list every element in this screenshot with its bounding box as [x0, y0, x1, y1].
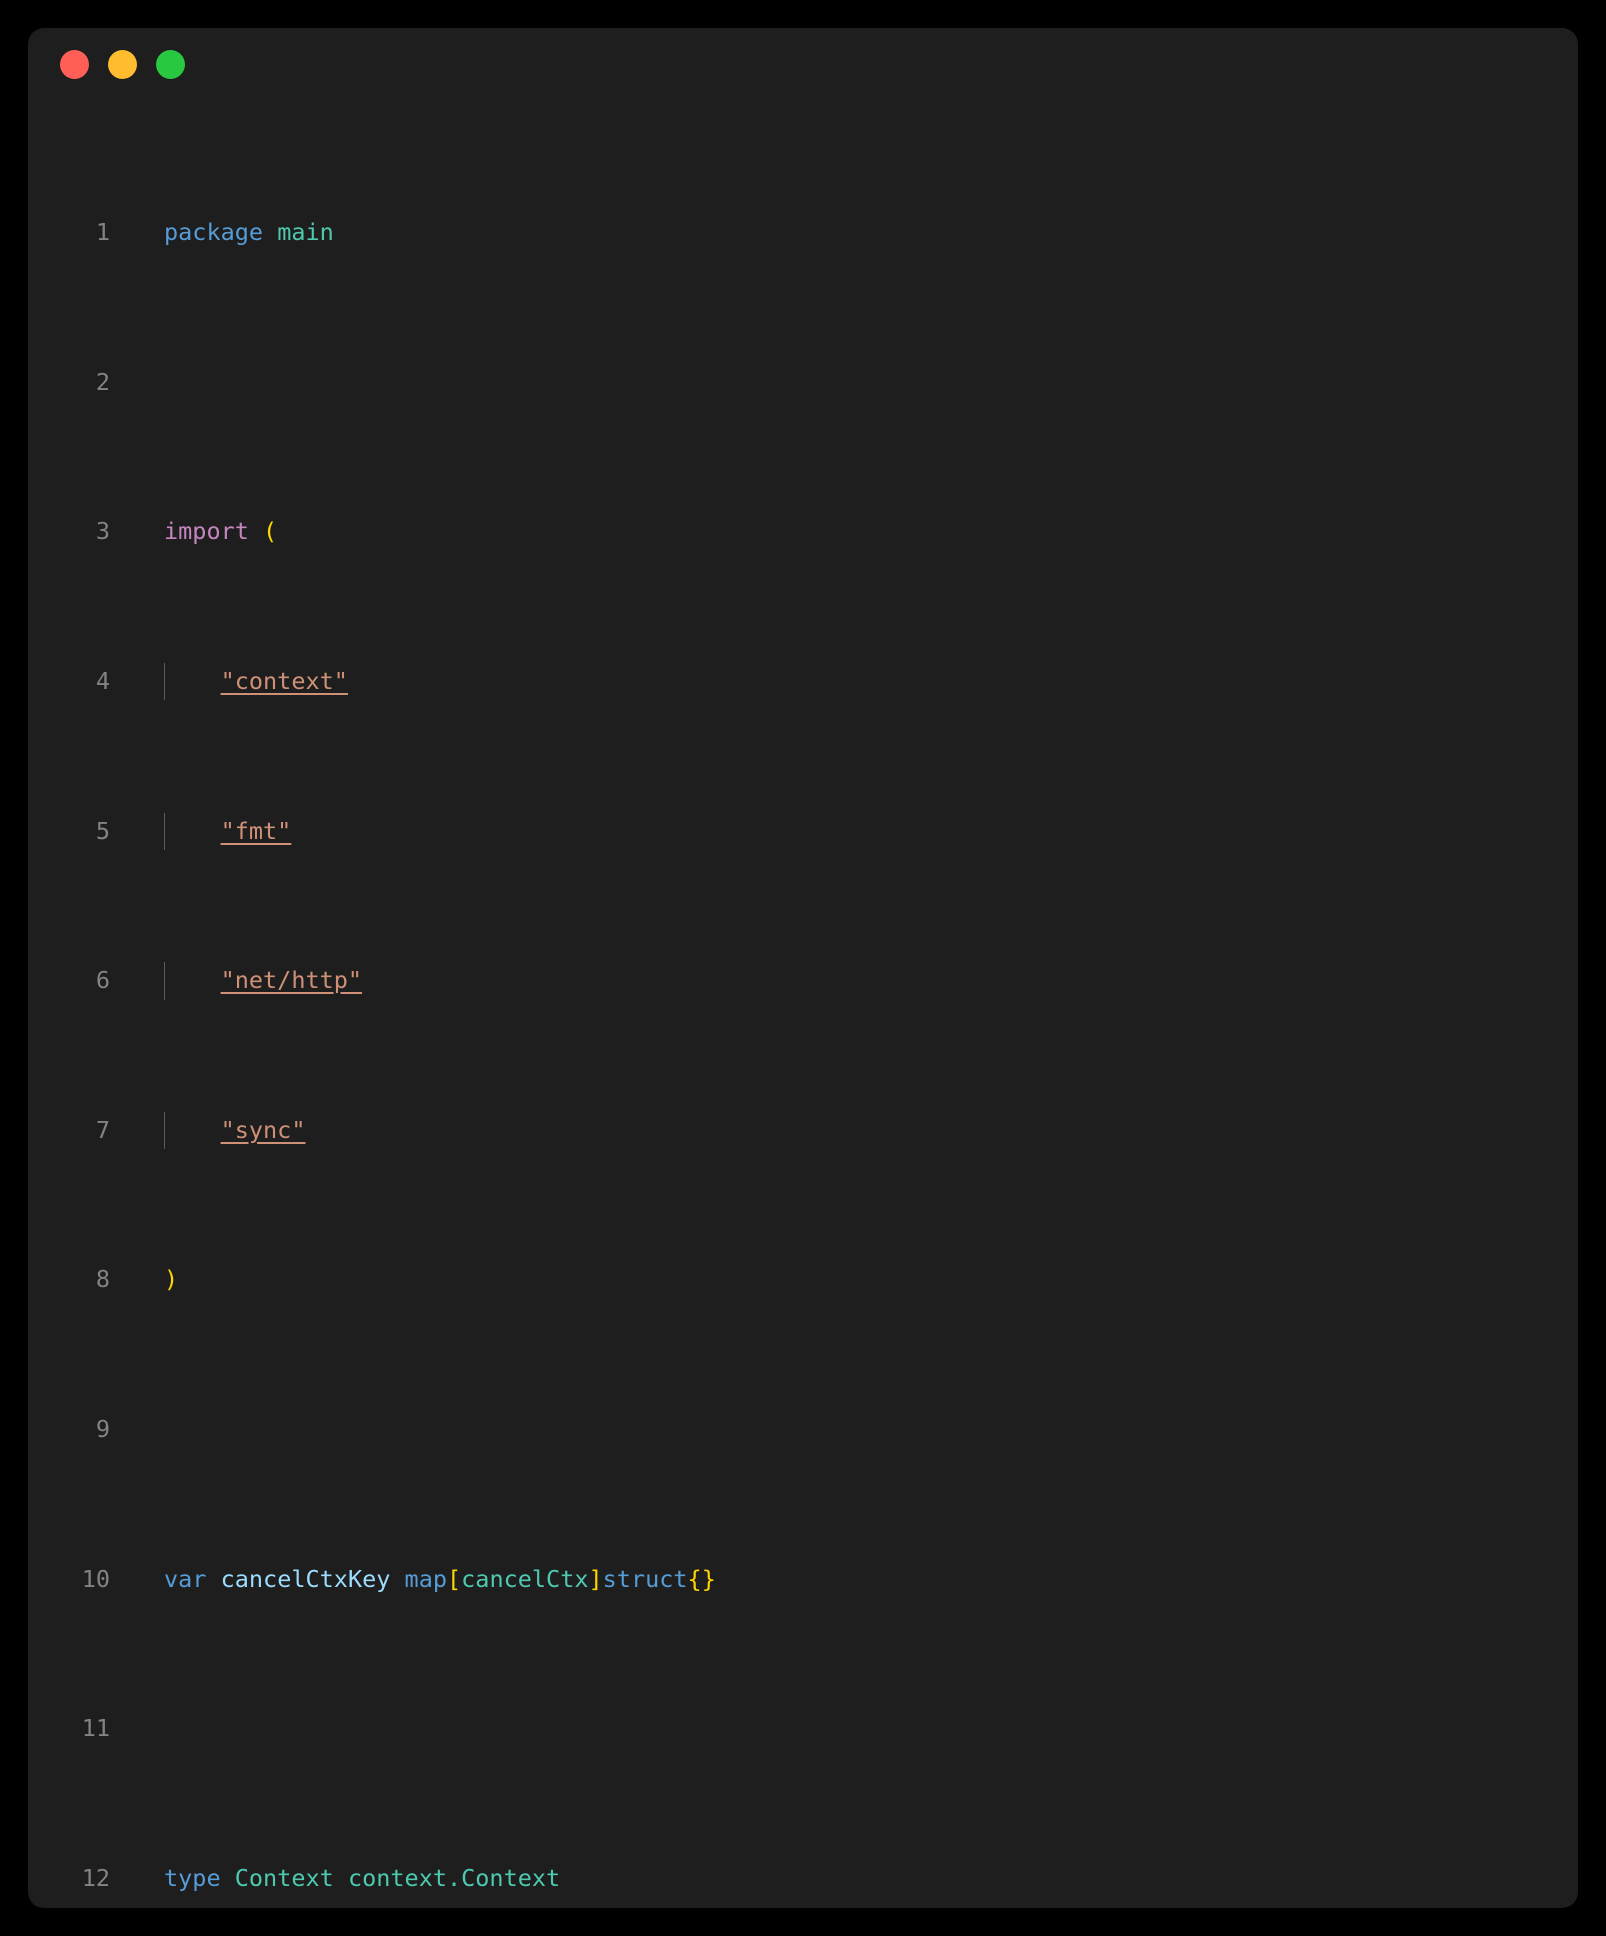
line-source[interactable]: "fmt" [110, 813, 1578, 850]
code-line: 1package main [36, 214, 1578, 251]
line-source[interactable]: type Context context.Context [110, 1860, 1578, 1897]
window-titlebar [28, 28, 1578, 100]
line-number: 2 [36, 364, 110, 401]
import-path-sync[interactable]: "sync" [221, 1116, 306, 1144]
import-path-context[interactable]: "context" [221, 667, 348, 695]
line-source[interactable]: import ( [110, 513, 1578, 550]
line-number: 3 [36, 513, 110, 550]
line-number: 4 [36, 663, 110, 700]
code-line: 6 "net/http" [36, 962, 1578, 999]
minimize-button[interactable] [108, 50, 137, 79]
line-number: 7 [36, 1112, 110, 1149]
line-number: 6 [36, 962, 110, 999]
code-line: 4 "context" [36, 663, 1578, 700]
line-number: 12 [36, 1860, 110, 1897]
code-line: 3import ( [36, 513, 1578, 550]
line-source[interactable]: var cancelCtxKey map[cancelCtx]struct{} [110, 1561, 1578, 1598]
line-number: 5 [36, 813, 110, 850]
code-line: 9 [36, 1411, 1578, 1448]
line-source[interactable]: package main [110, 214, 1578, 251]
maximize-button[interactable] [156, 50, 185, 79]
line-source[interactable]: "net/http" [110, 962, 1578, 999]
line-source[interactable]: ) [110, 1261, 1578, 1298]
code-line: 8) [36, 1261, 1578, 1298]
line-source[interactable]: "context" [110, 663, 1578, 700]
code-content[interactable]: 1package main 2 3import ( 4 "context" 5 … [28, 100, 1578, 1908]
import-path-fmt[interactable]: "fmt" [221, 817, 292, 845]
code-line: 10var cancelCtxKey map[cancelCtx]struct{… [36, 1561, 1578, 1598]
line-number: 1 [36, 214, 110, 251]
line-number: 11 [36, 1710, 110, 1747]
line-source[interactable]: "sync" [110, 1112, 1578, 1149]
code-line: 7 "sync" [36, 1112, 1578, 1149]
import-path-net-http[interactable]: "net/http" [221, 966, 362, 994]
code-line: 5 "fmt" [36, 813, 1578, 850]
line-number: 10 [36, 1561, 110, 1598]
code-line: 2 [36, 364, 1578, 401]
close-button[interactable] [60, 50, 89, 79]
code-editor-window: 1package main 2 3import ( 4 "context" 5 … [28, 28, 1578, 1908]
code-line: 12type Context context.Context [36, 1860, 1578, 1897]
line-number: 9 [36, 1411, 110, 1448]
line-number: 8 [36, 1261, 110, 1298]
code-line: 11 [36, 1710, 1578, 1747]
